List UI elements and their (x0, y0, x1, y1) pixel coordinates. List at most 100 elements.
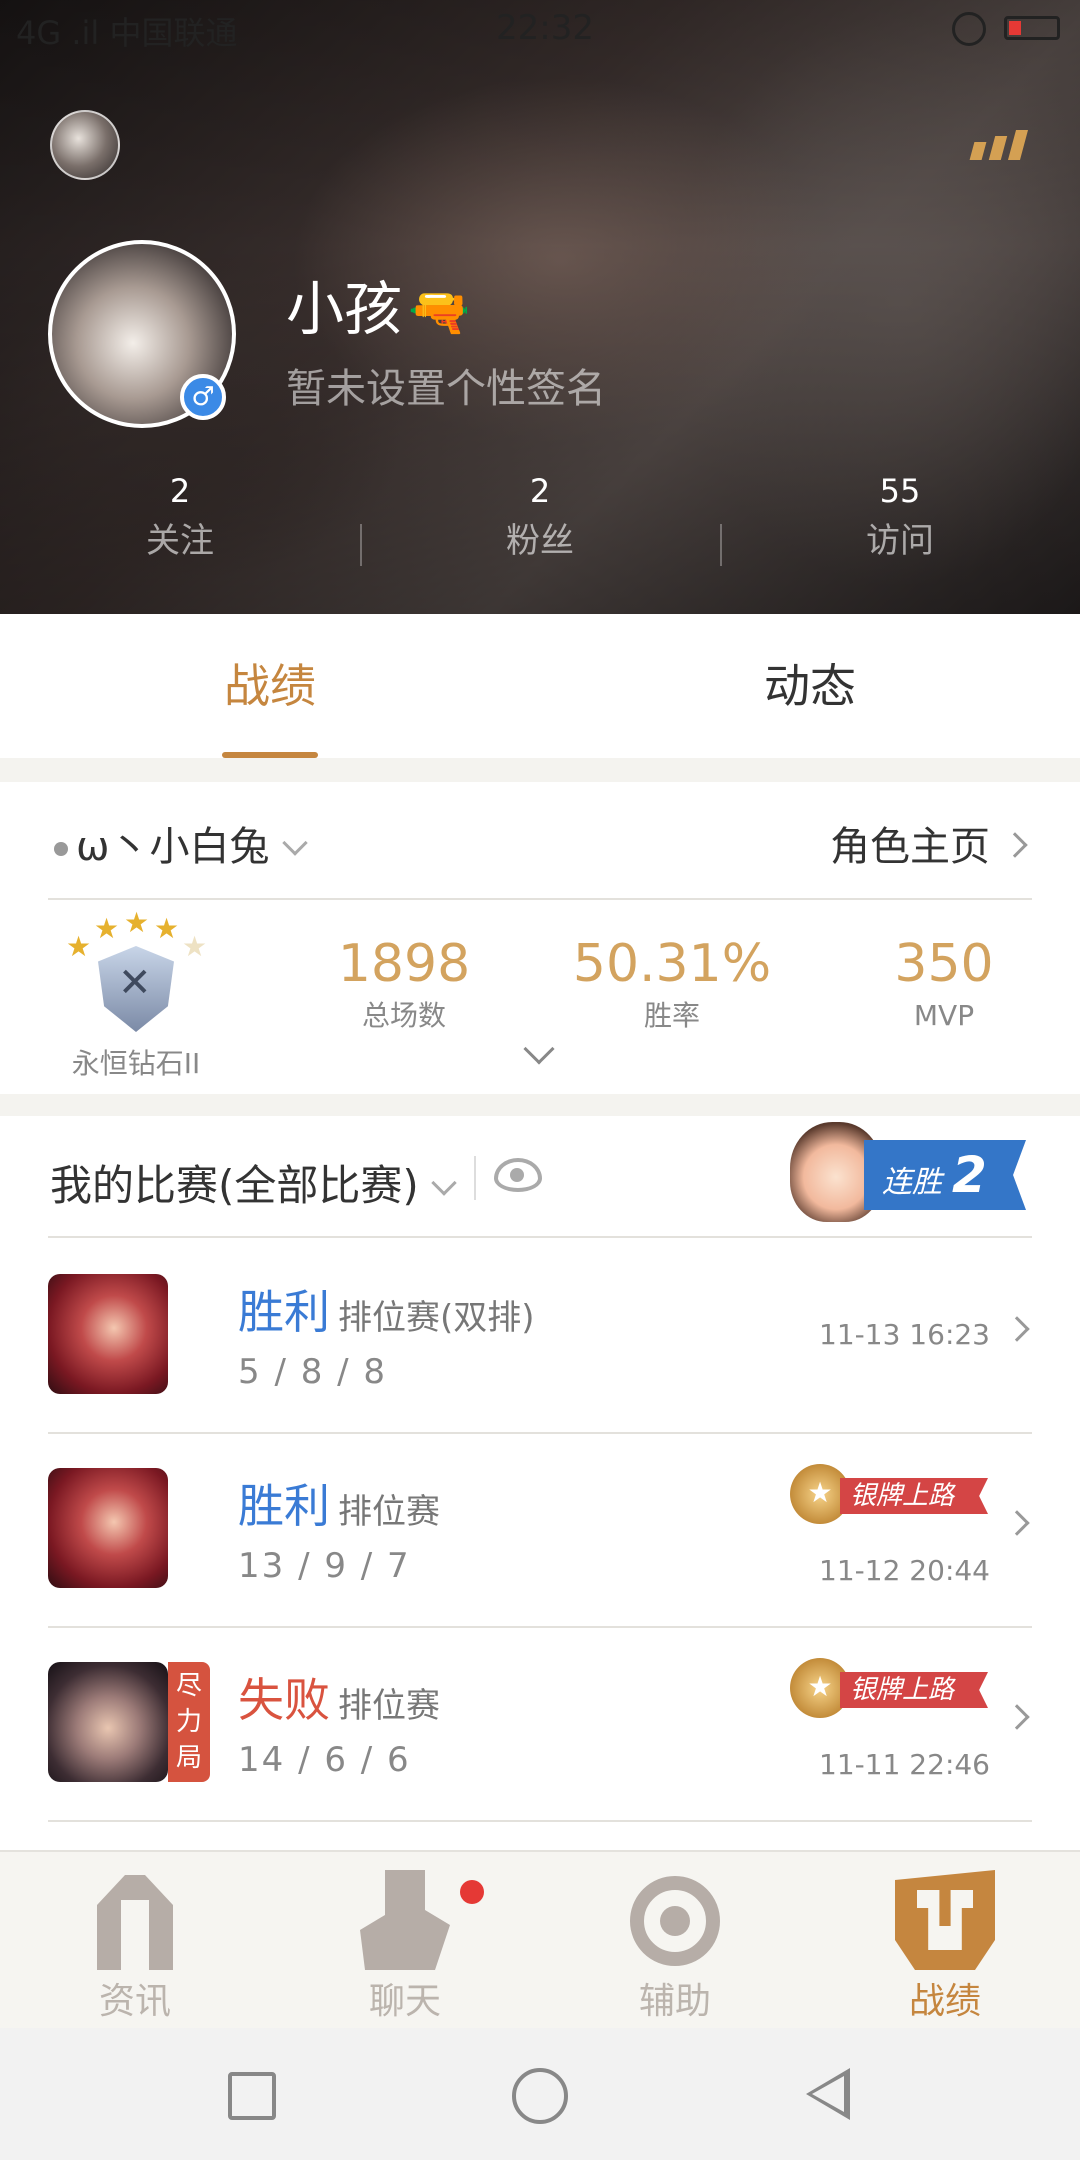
rotation-lock-icon (952, 12, 986, 46)
match-row[interactable]: 胜利 排位赛 13 / 9 / 7 ★ 银牌上路 11-12 20:44 (48, 1434, 1032, 1628)
metric-label: 胜率 (643, 999, 700, 1032)
metric-win-rate: 50.31% 胜率 (562, 932, 782, 1036)
divider (474, 1156, 476, 1200)
nav-label: 聊天 (368, 1981, 441, 2022)
home-icon[interactable] (512, 2068, 568, 2124)
match-result: 失败 (238, 1673, 330, 1727)
status-bar: 4G .il 中国联通 22:32 (0, 0, 1080, 56)
male-gender-icon: ♂ (180, 374, 226, 420)
chevron-down-icon (431, 1170, 457, 1196)
chevron-right-icon (1002, 832, 1028, 858)
win-streak-badge: 连胜 2 (790, 1116, 1026, 1226)
metric-value: 350 (894, 934, 994, 994)
metric-value: 50.31% (572, 934, 772, 994)
chevron-right-icon (1004, 1704, 1030, 1730)
role-home-link[interactable]: 角色主页 (830, 814, 1028, 872)
share-icon[interactable] (968, 130, 1029, 160)
hero-portrait-icon (48, 1662, 168, 1782)
carrier-text: 4G .il 中国联通 (16, 14, 238, 52)
stat-following[interactable]: 2 关注 (0, 466, 360, 586)
signature[interactable]: 暂未设置个性签名 (286, 356, 606, 414)
record-icon (895, 1870, 995, 1970)
pistol-emoji-icon: 🔫 (408, 283, 471, 341)
metric-label: MVP (913, 999, 975, 1032)
match-kda: 13 / 9 / 7 (238, 1546, 411, 1586)
stat-value: 2 (529, 472, 551, 510)
match-result: 胜利 (238, 1479, 330, 1533)
stat-label: 关注 (146, 521, 214, 561)
metric-label: 总场数 (361, 999, 446, 1032)
top-avatar-button[interactable] (50, 110, 120, 180)
star-icon: ★ (66, 930, 92, 963)
match-filter-selector[interactable]: 我的比赛(全部比赛) (50, 1152, 457, 1213)
match-result: 胜利 (238, 1285, 330, 1339)
stat-fans[interactable]: 2 粉丝 (360, 466, 720, 586)
role-header: ω丶小白兔 角色主页 (48, 782, 1032, 900)
metric-mvp: 350 MVP (834, 932, 1054, 1036)
nav-records[interactable]: 战绩 (810, 1852, 1080, 2028)
matches-header: 我的比赛(全部比赛) 连胜 2 (48, 1116, 1032, 1238)
eye-icon[interactable] (494, 1158, 542, 1192)
match-row[interactable]: 尽力局 失败 排位赛 14 / 6 / 6 ★ 银牌上路 11-11 22:46 (48, 1628, 1032, 1822)
streak-banner: 连胜 2 (864, 1140, 1026, 1210)
rank-label: 永恒钻石II (71, 1047, 201, 1080)
silver-medal-badge: ★ 银牌上路 (790, 1464, 990, 1524)
match-kda: 14 / 6 / 6 (238, 1740, 411, 1780)
match-mode: 排位赛 (338, 1492, 440, 1532)
match-row[interactable]: 胜利 排位赛(双排) 5 / 8 / 8 11-13 16:23 (48, 1240, 1032, 1434)
medal-ribbon: 银牌上路 (840, 1478, 988, 1514)
tab-records[interactable]: 战绩 (0, 614, 540, 758)
chevron-right-icon (1004, 1316, 1030, 1342)
system-nav-bar (0, 2028, 1080, 2160)
chat-icon (360, 1870, 450, 1970)
stat-value: 2 (169, 472, 191, 510)
news-icon (97, 1875, 173, 1970)
tab-bar: 战绩 动态 (0, 614, 1080, 758)
match-mode: 排位赛 (338, 1686, 440, 1726)
empty-star-icon: ★ (182, 930, 208, 963)
match-date: 11-13 16:23 (819, 1318, 990, 1351)
metric-total-games: 1898 总场数 (294, 932, 514, 1036)
profile-header: 4G .il 中国联通 22:32 ♂ 小孩 🔫 暂未设置个性签名 2 关注 2 … (0, 0, 1080, 614)
best-effort-tag: 尽力局 (168, 1662, 210, 1782)
match-mode: 排位赛(双排) (338, 1298, 535, 1338)
metric-value: 1898 (337, 934, 471, 994)
back-icon[interactable] (806, 2068, 850, 2120)
clock: 22:32 (496, 8, 594, 48)
dot-icon (54, 842, 68, 856)
role-card: ω丶小白兔 角色主页 ★ ★ ★ ★ ★ 永恒钻石II 1898 总场数 50.… (0, 782, 1080, 1094)
battery-icon (1004, 16, 1060, 40)
expand-chevron-icon[interactable] (523, 1033, 555, 1065)
recents-icon[interactable] (228, 2072, 276, 2120)
assist-icon (630, 1876, 720, 1966)
role-name-text: ω丶小白兔 (76, 824, 270, 870)
nav-label: 辅助 (638, 1981, 711, 2022)
rank-badge[interactable]: ★ ★ ★ ★ ★ 永恒钻石II (60, 906, 210, 1080)
bottom-nav: 资讯 聊天 辅助 战绩 (0, 1850, 1080, 2028)
stat-value: 55 (879, 472, 921, 510)
nav-chat[interactable]: 聊天 (270, 1852, 540, 2028)
stat-label: 访问 (866, 521, 934, 561)
unread-dot (460, 1880, 484, 1904)
stat-label: 粉丝 (506, 521, 574, 561)
role-selector[interactable]: ω丶小白兔 (54, 814, 308, 872)
nav-label: 战绩 (908, 1981, 981, 2022)
streak-count: 2 (952, 1146, 987, 1204)
hero-portrait-icon (48, 1468, 168, 1588)
nav-news[interactable]: 资讯 (0, 1852, 270, 2028)
chevron-right-icon (1004, 1510, 1030, 1536)
star-icon: ★ (124, 906, 150, 939)
hero-portrait-icon (48, 1274, 168, 1394)
nav-assist[interactable]: 辅助 (540, 1852, 810, 2028)
match-date: 11-11 22:46 (819, 1748, 990, 1781)
nav-label: 资讯 (98, 1981, 171, 2022)
star-icon: ★ (94, 912, 120, 945)
nickname: 小孩 🔫 (286, 262, 470, 346)
medal-ribbon: 银牌上路 (840, 1672, 988, 1708)
streak-label: 连胜 (882, 1165, 942, 1200)
match-date: 11-12 20:44 (819, 1554, 990, 1587)
matches-section: 我的比赛(全部比赛) 连胜 2 胜利 排位赛(双排) 5 / 8 / 8 11-1… (0, 1116, 1080, 1850)
stat-visits[interactable]: 55 访问 (720, 466, 1080, 586)
tab-moments[interactable]: 动态 (540, 614, 1080, 758)
role-home-label: 角色主页 (830, 824, 990, 870)
